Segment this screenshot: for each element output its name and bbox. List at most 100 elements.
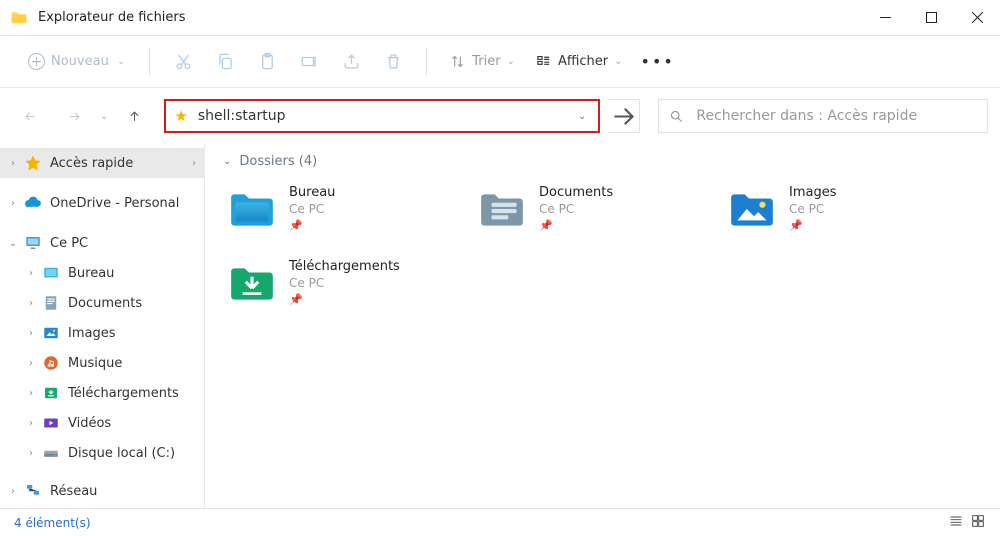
image-icon bbox=[42, 324, 60, 342]
chevron-right-icon[interactable]: › bbox=[24, 358, 38, 369]
address-bar[interactable]: ★ ⌄ bbox=[164, 99, 600, 133]
chevron-down-icon[interactable]: ⌄ bbox=[574, 111, 590, 122]
rename-button[interactable] bbox=[290, 44, 328, 80]
folder-location: Ce PC bbox=[289, 202, 335, 216]
view-button[interactable]: Afficher ⌄ bbox=[527, 48, 631, 75]
item-count: 4 élément(s) bbox=[14, 516, 91, 530]
chevron-right-icon[interactable]: › bbox=[24, 448, 38, 459]
status-bar: 4 élément(s) bbox=[0, 508, 1000, 536]
address-input[interactable] bbox=[196, 107, 574, 125]
music-icon bbox=[42, 354, 60, 372]
chevron-down-icon: ⌄ bbox=[614, 56, 622, 67]
plus-icon: + bbox=[28, 53, 45, 70]
downloads-folder-icon bbox=[227, 259, 277, 307]
folder-icon bbox=[10, 9, 28, 27]
chevron-right-icon[interactable]: › bbox=[24, 328, 38, 339]
title-bar: Explorateur de fichiers bbox=[0, 0, 1000, 36]
pin-icon: 📌 bbox=[539, 219, 613, 232]
folder-location: Ce PC bbox=[539, 202, 613, 216]
sort-label: Trier bbox=[472, 54, 500, 69]
large-icons-view-button[interactable] bbox=[970, 513, 986, 532]
copy-button[interactable] bbox=[206, 44, 244, 80]
history-dropdown[interactable]: ⌄ bbox=[100, 111, 108, 122]
documents-folder-icon bbox=[477, 185, 527, 233]
go-button[interactable] bbox=[608, 99, 640, 133]
chevron-right-icon: › bbox=[192, 158, 196, 169]
search-box[interactable] bbox=[658, 99, 988, 133]
more-button[interactable]: ••• bbox=[635, 52, 665, 71]
folder-grid: Bureau Ce PC 📌 Documents Ce PC 📌 Images … bbox=[223, 181, 982, 329]
paste-button[interactable] bbox=[248, 44, 286, 80]
new-button[interactable]: + Nouveau ⌄ bbox=[18, 48, 135, 75]
sidebar-item-downloads[interactable]: › Téléchargements bbox=[0, 378, 204, 408]
chevron-right-icon[interactable]: › bbox=[6, 198, 20, 209]
folder-name: Téléchargements bbox=[289, 259, 400, 274]
sidebar-item-label: Réseau bbox=[50, 484, 97, 499]
sidebar-item-disk-c[interactable]: › Disque local (C:) bbox=[0, 438, 204, 468]
separator bbox=[426, 49, 427, 75]
chevron-right-icon[interactable]: › bbox=[24, 388, 38, 399]
group-header[interactable]: ⌄ Dossiers (4) bbox=[223, 154, 982, 169]
pin-icon: 📌 bbox=[789, 219, 837, 232]
folder-name: Documents bbox=[539, 185, 613, 200]
back-button[interactable] bbox=[12, 98, 48, 134]
cut-button[interactable] bbox=[164, 44, 202, 80]
sidebar-item-onedrive[interactable]: › OneDrive - Personal bbox=[0, 188, 204, 218]
images-folder-icon bbox=[727, 185, 777, 233]
pin-icon: 📌 bbox=[289, 293, 400, 306]
sidebar-item-label: Ce PC bbox=[50, 236, 88, 251]
sidebar-item-label: Documents bbox=[68, 296, 142, 311]
video-icon bbox=[42, 414, 60, 432]
document-icon bbox=[42, 294, 60, 312]
sidebar-item-images[interactable]: › Images bbox=[0, 318, 204, 348]
minimize-button[interactable] bbox=[862, 0, 908, 35]
sidebar-item-label: Musique bbox=[68, 356, 122, 371]
sidebar-item-label: Disque local (C:) bbox=[68, 446, 175, 461]
sidebar-item-videos[interactable]: › Vidéos bbox=[0, 408, 204, 438]
download-icon bbox=[42, 384, 60, 402]
monitor-icon bbox=[24, 234, 42, 252]
sort-button[interactable]: Trier ⌄ bbox=[441, 48, 523, 75]
chevron-right-icon[interactable]: › bbox=[6, 158, 20, 169]
maximize-button[interactable] bbox=[908, 0, 954, 35]
sidebar-item-label: OneDrive - Personal bbox=[50, 196, 179, 211]
chevron-down-icon[interactable]: ⌄ bbox=[6, 238, 20, 249]
navigation-tree[interactable]: › Accès rapide › › OneDrive - Personal ⌄… bbox=[0, 144, 205, 508]
new-label: Nouveau bbox=[51, 54, 109, 69]
chevron-down-icon: ⌄ bbox=[117, 56, 125, 67]
desktop-folder-icon bbox=[42, 264, 60, 282]
sidebar-item-this-pc[interactable]: ⌄ Ce PC bbox=[0, 228, 204, 258]
folder-name: Images bbox=[789, 185, 837, 200]
details-view-button[interactable] bbox=[948, 513, 964, 532]
folder-location: Ce PC bbox=[789, 202, 837, 216]
up-button[interactable] bbox=[116, 98, 152, 134]
close-button[interactable] bbox=[954, 0, 1000, 35]
folder-item[interactable]: Bureau Ce PC 📌 bbox=[223, 181, 473, 241]
drive-icon bbox=[42, 444, 60, 462]
folder-item[interactable]: Images Ce PC 📌 bbox=[723, 181, 973, 241]
sidebar-item-documents[interactable]: › Documents bbox=[0, 288, 204, 318]
pin-icon: 📌 bbox=[289, 219, 335, 232]
sidebar-item-network[interactable]: › Réseau bbox=[0, 476, 204, 506]
sidebar-item-label: Téléchargements bbox=[68, 386, 179, 401]
network-icon bbox=[24, 482, 42, 500]
search-input[interactable] bbox=[694, 107, 977, 125]
folder-item[interactable]: Documents Ce PC 📌 bbox=[473, 181, 723, 241]
chevron-right-icon[interactable]: › bbox=[24, 298, 38, 309]
folder-location: Ce PC bbox=[289, 276, 400, 290]
forward-button[interactable] bbox=[56, 98, 92, 134]
delete-button[interactable] bbox=[374, 44, 412, 80]
cloud-icon bbox=[24, 194, 42, 212]
chevron-right-icon[interactable]: › bbox=[24, 418, 38, 429]
window-title: Explorateur de fichiers bbox=[38, 10, 862, 25]
chevron-right-icon[interactable]: › bbox=[24, 268, 38, 279]
sidebar-item-music[interactable]: › Musique bbox=[0, 348, 204, 378]
sidebar-item-desktop[interactable]: › Bureau bbox=[0, 258, 204, 288]
content-pane[interactable]: ⌄ Dossiers (4) Bureau Ce PC 📌 Documents … bbox=[205, 144, 1000, 508]
sidebar-item-label: Images bbox=[68, 326, 116, 341]
share-button[interactable] bbox=[332, 44, 370, 80]
command-toolbar: + Nouveau ⌄ Trier ⌄ Afficher ⌄ ••• bbox=[0, 36, 1000, 88]
folder-item[interactable]: Téléchargements Ce PC 📌 bbox=[223, 255, 473, 315]
sidebar-item-quick-access[interactable]: › Accès rapide › bbox=[0, 148, 204, 178]
chevron-right-icon[interactable]: › bbox=[6, 486, 20, 497]
